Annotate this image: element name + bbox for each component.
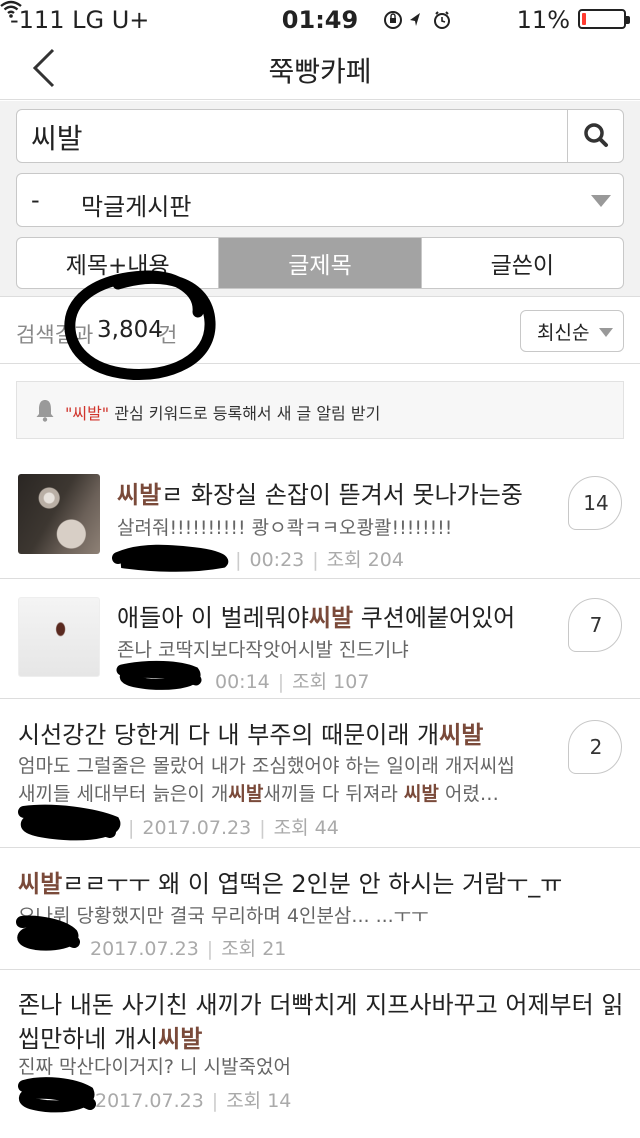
post-meta: 00:14 | 조회 107 — [215, 671, 370, 693]
post-views: 조회 44 — [273, 817, 339, 839]
post-title: 존나 내돈 사기친 새끼가 더빡치게 지프사바꾸고 어제부터 읽 — [18, 991, 624, 1019]
post-views: 조회 107 — [292, 671, 370, 693]
keyword-highlight: 씨발 — [158, 1025, 203, 1053]
keyword-highlight: 씨발 — [117, 481, 162, 509]
post-title-text: 애들아 이 벌레뭐야 — [117, 604, 309, 632]
post-item[interactable]: 씨발ㄹㄹㅜㅜ 왜 이 엽떡은 2인분 안 하시는 거람ㅜ_ㅠ 요나뤼 당황했지만… — [0, 849, 640, 970]
search-scope-tabs: 제목+내용 글제목 글쓴이 — [16, 237, 624, 289]
post-date: 2017.07.23 — [142, 817, 252, 839]
post-title-text: ㄹㄹㅜㅜ 왜 이 엽떡은 2인분 안 하시는 거람ㅜ_ㅠ — [62, 870, 563, 898]
post-meta: 2017.07.23 | 조회 21 — [90, 938, 287, 960]
post-meta: | 2017.07.23 | 조회 44 — [128, 817, 339, 839]
alert-keyword: "씨발" — [65, 404, 110, 423]
keyword-highlight: 씨발 — [308, 604, 354, 632]
board-prefix: - — [31, 186, 40, 214]
magnifier-icon — [584, 123, 608, 147]
comment-count-bubble[interactable]: 14 — [568, 476, 622, 530]
post-views: 조회 21 — [221, 938, 287, 960]
post-title: 애들아 이 벌레뭐야씨발 쿠션에붙어있어 — [117, 598, 515, 633]
results-unit: 건 — [158, 323, 178, 347]
comment-count: 7 — [589, 613, 603, 637]
sort-label: 최신순 — [537, 322, 590, 344]
results-count: 3,804 — [97, 317, 163, 343]
post-date: 2017.07.23 — [95, 1090, 204, 1112]
post-title-text: 시선강간 당한게 다 내 부주의 때문이래 개 — [18, 721, 440, 749]
bell-icon — [36, 400, 54, 422]
caret-down-icon — [599, 328, 613, 337]
battery-percent: 11% — [516, 6, 570, 34]
search-button[interactable] — [567, 110, 623, 162]
search-input[interactable] — [31, 120, 571, 153]
post-title: 씹만하네 개시씨발 — [18, 1019, 202, 1054]
keyword-highlight: 씨발 — [18, 870, 63, 898]
post-meta: 2017.07.23 | 조회 14 — [95, 1090, 292, 1112]
keyword-highlight: 씨발 — [439, 721, 484, 749]
post-author: .. — [215, 549, 228, 571]
post-title: 씨발ㄹㄹㅜㅜ 왜 이 엽떡은 2인분 안 하시는 거람ㅜ_ㅠ — [18, 864, 562, 899]
post-item[interactable]: 애들아 이 벌레뭐야씨발 쿠션에붙어있어 존나 코딱지보다작앗어시발 진드기냐 … — [0, 580, 640, 699]
post-preview-text: 새끼들 세대부터 늙은이 개 — [18, 783, 229, 805]
comment-count: 14 — [583, 491, 609, 515]
comment-count-bubble[interactable]: 7 — [568, 598, 622, 652]
battery-fill — [582, 13, 586, 25]
post-preview-text: 새끼들 다 뒤져라 — [263, 783, 404, 805]
alert-message: 관심 키워드로 등록해서 새 글 알림 받기 — [109, 404, 381, 423]
keyword-alert-banner[interactable]: "씨발" 관심 키워드로 등록해서 새 글 알림 받기 — [16, 381, 624, 439]
post-views: 조회 14 — [226, 1090, 292, 1112]
post-title-text: ㄹ 화장실 손잡이 뜯겨서 못나가는중 — [161, 481, 523, 509]
page-title: 쭉빵카페 — [268, 55, 372, 88]
post-item[interactable]: 시선강간 당한게 다 내 부주의 때문이래 개씨발 엄마도 그럴줄은 몰랐어 내… — [0, 700, 640, 848]
post-preview: 엄마도 그럴줄은 몰랐어 내가 조심했어야 하는 일이래 개저씨씹 — [18, 755, 515, 777]
post-date: 00:14 — [215, 671, 270, 693]
board-name: 막글게시판 — [81, 193, 192, 221]
post-meta: .. | 00:23 | 조회 204 — [215, 549, 404, 571]
search-panel: - 막글게시판 제목+내용 글제목 글쓴이 — [0, 101, 640, 297]
tab-title[interactable]: 글제목 — [219, 238, 422, 288]
post-preview: 살려줘!!!!!!!!!! 쾅ㅇ콱ㅋㅋ오쾅콸!!!!!!!! — [117, 517, 453, 539]
battery-icon — [578, 9, 630, 29]
post-title-text: 씹만하네 개시 — [18, 1025, 159, 1053]
status-bar: -111 LG U+ 01:49 11% — [0, 0, 640, 36]
post-preview: 진짜 막산다이거지? 니 시발죽었어 — [18, 1056, 291, 1078]
post-title: 씨발ㄹ 화장실 손잡이 뜯겨서 못나가는중 — [117, 475, 523, 510]
search-box — [16, 109, 624, 163]
post-preview-text: 어렸… — [438, 783, 499, 805]
post-thumbnail — [18, 597, 100, 677]
post-views: 조회 204 — [326, 549, 404, 571]
tab-author[interactable]: 글쓴이 — [422, 238, 623, 288]
comment-count: 2 — [589, 735, 603, 759]
status-icons — [384, 11, 450, 29]
nav-bar: 쭉빵카페 — [0, 36, 640, 100]
post-item[interactable]: 씨발ㄹ 화장실 손잡이 뜯겨서 못나가는중 살려줘!!!!!!!!!! 쾅ㅇ콱ㅋ… — [0, 456, 640, 579]
post-date: 00:23 — [249, 549, 305, 571]
results-label: 검색결과 — [16, 323, 94, 347]
post-thumbnail — [18, 474, 100, 554]
keyword-highlight: 씨발 — [403, 783, 439, 805]
post-preview: 새끼들 세대부터 늙은이 개씨발새끼들 다 뒤져라 씨발 어렸… — [18, 779, 499, 806]
post-title: 시선강간 당한게 다 내 부주의 때문이래 개씨발 — [18, 715, 483, 750]
post-preview: 존나 코딱지보다작앗어시발 진드기냐 — [117, 639, 409, 661]
sort-dropdown[interactable]: 최신순 — [520, 310, 624, 352]
post-date: 2017.07.23 — [90, 938, 199, 960]
results-bar: 검색결과 3,804 건 최신순 — [0, 298, 640, 364]
keyword-highlight: 씨발 — [228, 783, 264, 805]
post-preview: 요나뤼 당황했지만 결국 무리하며 4인분삼... ...ㅜㅜ — [18, 905, 429, 927]
tab-title-content[interactable]: 제목+내용 — [17, 238, 220, 288]
post-item[interactable]: 존나 내돈 사기친 새끼가 더빡치게 지프사바꾸고 어제부터 읽 씹만하네 개시… — [0, 971, 640, 1138]
board-select[interactable]: - 막글게시판 — [16, 173, 624, 227]
alert-text: "씨발" 관심 키워드로 등록해서 새 글 알림 받기 — [65, 400, 380, 424]
post-title-text: 쿠션에붙어있어 — [353, 604, 516, 632]
comment-count-bubble[interactable]: 2 — [568, 720, 622, 774]
caret-down-icon — [591, 195, 611, 207]
